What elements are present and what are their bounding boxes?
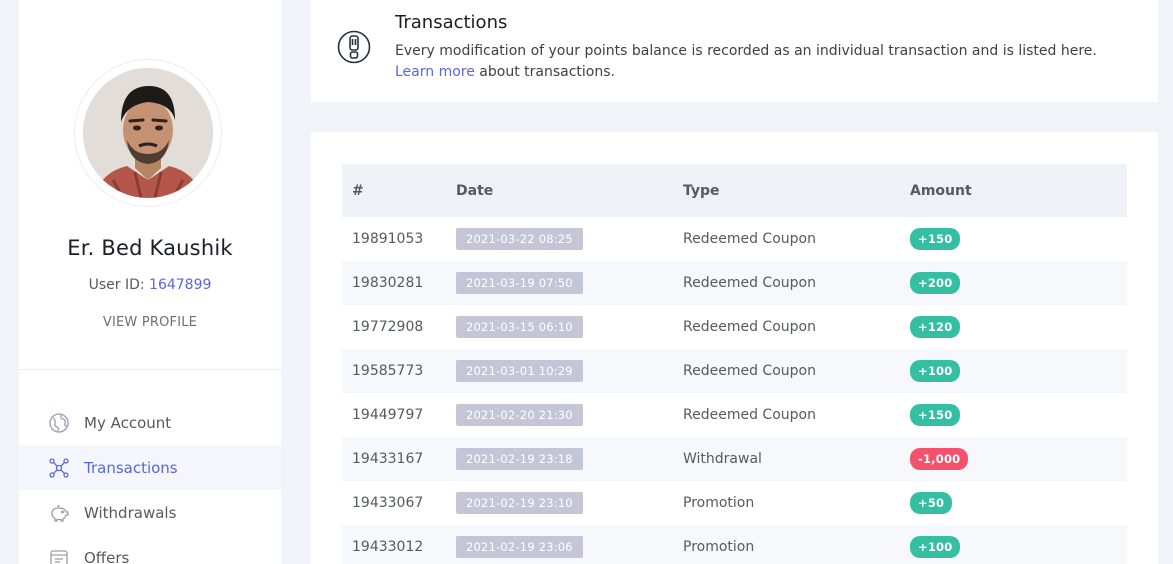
user-id: User ID: 1647899 xyxy=(19,277,281,293)
sidebar-item-label: Withdrawals xyxy=(84,503,177,522)
transactions-card: # Date Type Amount 19891053 2021-03-22 0… xyxy=(311,132,1158,564)
user-id-label: User ID: xyxy=(88,277,145,293)
tag-icon xyxy=(48,547,70,564)
amount-badge: +100 xyxy=(910,360,961,382)
transaction-id: 19830281 xyxy=(352,275,424,291)
transaction-date-cell: 2021-03-19 07:50 xyxy=(446,261,673,305)
user-id-value: 1647899 xyxy=(149,277,212,293)
exclamation-icon xyxy=(337,30,371,64)
transaction-amount-cell: +100 xyxy=(900,349,1127,393)
transaction-amount-cell: +120 xyxy=(900,305,1127,349)
amount-badge: +150 xyxy=(910,404,961,426)
column-header-amount[interactable]: Amount xyxy=(900,164,1127,217)
transaction-type: Redeemed Coupon xyxy=(683,231,816,247)
globe-icon xyxy=(48,412,70,434)
view-profile-link[interactable]: VIEW PROFILE xyxy=(19,315,281,330)
amount-badge: +100 xyxy=(910,536,961,558)
transaction-date-cell: 2021-03-22 08:25 xyxy=(446,217,673,261)
sidebar-item-transactions[interactable]: Transactions xyxy=(19,445,281,490)
sidebar-divider xyxy=(19,369,281,370)
transaction-type: Redeemed Coupon xyxy=(683,275,816,291)
date-badge: 2021-03-22 08:25 xyxy=(456,228,583,250)
date-badge: 2021-03-01 10:29 xyxy=(456,360,583,382)
transaction-type: Withdrawal xyxy=(683,451,762,467)
transaction-date-cell: 2021-02-19 23:18 xyxy=(446,437,673,481)
transaction-type: Redeemed Coupon xyxy=(683,319,816,335)
transaction-type: Promotion xyxy=(683,539,755,555)
transaction-type: Redeemed Coupon xyxy=(683,407,816,423)
transaction-type: Promotion xyxy=(683,495,755,511)
transaction-amount-cell: +150 xyxy=(900,393,1127,437)
date-badge: 2021-02-20 21:30 xyxy=(456,404,583,426)
column-header-id[interactable]: # xyxy=(342,164,446,217)
table-row: 19772908 2021-03-15 06:10 Redeemed Coupo… xyxy=(342,305,1127,349)
transaction-amount-cell: +200 xyxy=(900,261,1127,305)
amount-badge: -1,000 xyxy=(910,448,969,470)
transaction-type: Redeemed Coupon xyxy=(683,363,816,379)
sidebar-item-offers[interactable]: Offers xyxy=(19,535,281,564)
date-badge: 2021-03-19 07:50 xyxy=(456,272,583,294)
piggy-bank-icon xyxy=(48,502,70,524)
transaction-id: 19449797 xyxy=(352,407,424,423)
amount-badge: +150 xyxy=(910,228,961,250)
avatar[interactable] xyxy=(83,68,213,198)
amount-badge: +120 xyxy=(910,316,961,338)
transaction-id: 19585773 xyxy=(352,363,424,379)
transaction-id: 19433012 xyxy=(352,539,424,555)
transaction-date-cell: 2021-02-19 23:10 xyxy=(446,481,673,525)
user-name: Er. Bed Kaushik xyxy=(67,236,233,260)
info-text: Every modification of your points balanc… xyxy=(395,41,1135,83)
transaction-amount-cell: -1,000 xyxy=(900,437,1127,481)
info-card: Transactions Every modification of your … xyxy=(311,0,1158,102)
column-header-date[interactable]: Date xyxy=(446,164,673,217)
transaction-amount-cell: +150 xyxy=(900,217,1127,261)
table-row: 19433067 2021-02-19 23:10 Promotion +50 xyxy=(342,481,1127,525)
table-row: 19449797 2021-02-20 21:30 Redeemed Coupo… xyxy=(342,393,1127,437)
transaction-date-cell: 2021-03-01 10:29 xyxy=(446,349,673,393)
date-badge: 2021-03-15 06:10 xyxy=(456,316,583,338)
sidebar-item-label: Offers xyxy=(84,548,130,564)
info-title: Transactions xyxy=(395,12,508,33)
transaction-amount-cell: +50 xyxy=(900,481,1127,525)
sidebar-nav: My Account Transactions Withdrawals Offe… xyxy=(19,400,281,564)
learn-more-link[interactable]: Learn more xyxy=(395,64,475,80)
avatar-frame xyxy=(74,59,222,207)
sidebar-item-withdrawals[interactable]: Withdrawals xyxy=(19,490,281,535)
transaction-id: 19433067 xyxy=(352,495,424,511)
sidebar-item-label: Transactions xyxy=(84,458,178,477)
table-row: 19891053 2021-03-22 08:25 Redeemed Coupo… xyxy=(342,217,1127,261)
sidebar-item-my-account[interactable]: My Account xyxy=(19,400,281,445)
info-link-suffix: about transactions. xyxy=(474,64,615,80)
info-description: Every modification of your points balanc… xyxy=(395,43,1097,59)
transaction-id: 19891053 xyxy=(352,231,424,247)
table-row: 19433012 2021-02-19 23:06 Promotion +100 xyxy=(342,525,1127,564)
amount-badge: +50 xyxy=(910,492,953,514)
network-icon xyxy=(48,457,70,479)
date-badge: 2021-02-19 23:10 xyxy=(456,492,583,514)
transaction-id: 19772908 xyxy=(352,319,424,335)
date-badge: 2021-02-19 23:18 xyxy=(456,448,583,470)
avatar-photo xyxy=(83,68,213,198)
table-row: 19433167 2021-02-19 23:18 Withdrawal -1,… xyxy=(342,437,1127,481)
sidebar: Er. Bed Kaushik User ID: 1647899 VIEW PR… xyxy=(19,0,281,564)
table-row: 19585773 2021-03-01 10:29 Redeemed Coupo… xyxy=(342,349,1127,393)
sidebar-item-label: My Account xyxy=(84,413,172,432)
date-badge: 2021-02-19 23:06 xyxy=(456,536,583,558)
column-header-type[interactable]: Type xyxy=(673,164,900,217)
transaction-date-cell: 2021-03-15 06:10 xyxy=(446,305,673,349)
transaction-date-cell: 2021-02-19 23:06 xyxy=(446,525,673,564)
transactions-table: # Date Type Amount 19891053 2021-03-22 0… xyxy=(342,164,1127,564)
transaction-date-cell: 2021-02-20 21:30 xyxy=(446,393,673,437)
amount-badge: +200 xyxy=(910,272,961,294)
table-header-row: # Date Type Amount xyxy=(342,164,1127,217)
transaction-amount-cell: +100 xyxy=(900,525,1127,564)
transaction-id: 19433167 xyxy=(352,451,424,467)
table-row: 19830281 2021-03-19 07:50 Redeemed Coupo… xyxy=(342,261,1127,305)
